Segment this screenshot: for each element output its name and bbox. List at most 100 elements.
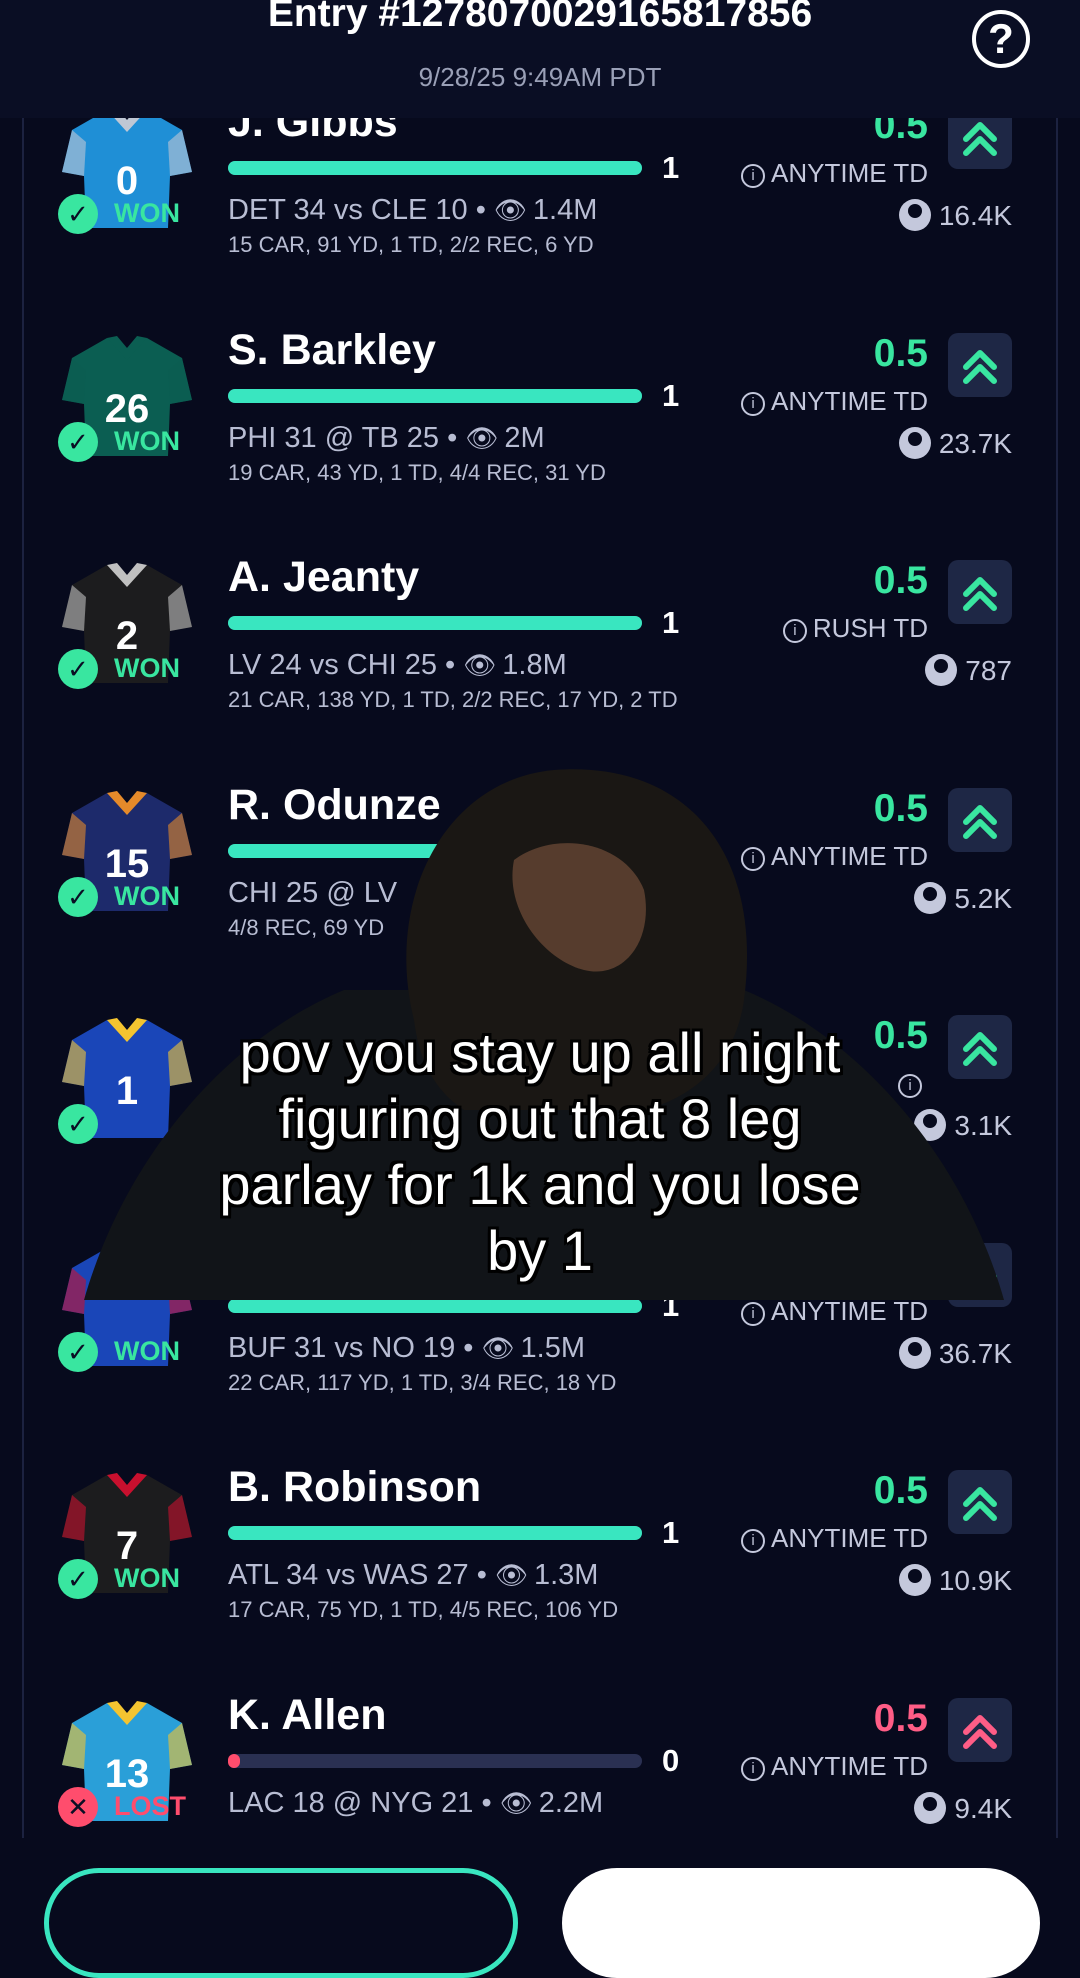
progress-bar-fill [228,388,642,403]
progress-bar-fill [228,616,642,630]
help-circle-icon[interactable]: ? [972,10,1030,68]
status-label: WON [114,1563,180,1593]
check-circle-icon: ✓ [58,1559,98,1599]
actual-value: 1 [662,377,680,413]
pick-row[interactable]: 7 ✓ WON B. Robinson 1 0.5 i ANYTIME TD ATL 34 vs… [0,1463,1080,1696]
user-icon [898,426,931,459]
line-value: 0.5 [873,1696,928,1740]
actual-value: 1 [662,150,680,185]
double-chevron-up-icon [963,1714,997,1749]
market-text: ANYTIME TD [771,158,928,188]
users-text: 36.7K [938,1337,1012,1369]
double-chevron-up-icon [963,1487,997,1521]
game-score: PHI 31 @ TB 25 • 👁 2M [228,422,545,455]
eye-icon: 👁 [481,1332,515,1363]
game-score: LV 24 vs CHI 25 • 👁 1.8M [228,649,567,682]
views-count: 2M [504,421,545,454]
user-icon [914,1791,947,1824]
x-circle-icon: ✕ [58,1786,98,1827]
double-chevron-up-icon [963,577,997,611]
jersey-number: 13 [105,1752,150,1796]
entry-date: 9/28/25 9:49AM PDT [418,62,662,92]
entry-title: Entry #1278070029165817856 [267,0,813,35]
views-count: 1.4M [532,194,598,226]
game-text: LAC 18 @ NYG 21 • [228,1786,500,1819]
market-label: i ANYTIME TD [741,158,928,189]
status-label: LOST [114,1790,186,1821]
users-text: 10.9K [938,1565,1012,1596]
player-name: S. Barkley [228,325,436,374]
player-name: A. Jeanty [228,553,420,601]
market-text: ANYTIME TD [771,1523,928,1553]
status-label: WON [114,1335,180,1366]
info-icon[interactable]: i [741,1756,766,1781]
caption-line-2: figuring out that 8 leg [278,1087,802,1150]
users-count: 10.9K [898,1564,1012,1597]
progress-bar [228,1753,642,1768]
actual-value: 0 [662,1742,680,1778]
pick-row[interactable]: 26 ✓ WON S. Barkley 1 0.5 i ANYTIME TD PHI 31 @ … [0,326,1080,559]
game-text: DET 34 vs CLE 10 • [228,194,494,226]
user-icon [898,1564,931,1596]
more-higher-button[interactable] [948,118,1012,169]
pick-row[interactable]: 13 ✕ LOST K. Allen 0 0.5 i ANYTIME TD LAC 18 @ N… [0,1691,1080,1839]
game-text: BUF 31 vs NO 19 • [228,1331,482,1364]
player-stats: 22 CAR, 117 YD, 1 TD, 3/4 REC, 18 YD [228,1369,617,1395]
pick-row[interactable]: 0 ✓ WON J. Gibbs 1 0.5 i ANYTIME TD DET 34 vs CL… [0,118,1080,331]
progress-bar [228,1526,642,1540]
users-count: 36.7K [898,1336,1012,1370]
market-label: i ANYTIME TD [741,386,928,417]
progress-bar-fill [228,1526,642,1540]
info-icon[interactable]: i [782,619,807,643]
views-count: 1.5M [520,1331,586,1364]
game-text: ATL 34 vs WAS 27 • [228,1559,495,1591]
users-count: 23.7K [898,426,1012,460]
eye-icon: 👁 [494,1560,528,1590]
game-score: BUF 31 vs NO 19 • 👁 1.5M [228,1332,585,1365]
views-count: 1.8M [502,649,567,681]
market-label: i RUSH TD [782,613,928,644]
market-text: ANYTIME TD [771,385,928,416]
more-higher-button[interactable] [948,1470,1012,1534]
caption-line-4: by 1 [487,1219,593,1282]
more-higher-button[interactable] [948,1697,1012,1762]
more-higher-button[interactable] [948,332,1012,397]
market-label: i ANYTIME TD [741,1523,928,1554]
game-score: DET 34 vs CLE 10 • 👁 1.4M [228,194,597,227]
jersey-number: 2 [116,614,138,658]
caption-line-1: pov you stay up all night [239,1021,841,1084]
user-icon [898,199,931,231]
users-count: 16.4K [898,199,1012,232]
users-count: 787 [925,654,1012,687]
info-icon[interactable]: i [741,1529,766,1553]
double-chevron-up-icon [963,122,997,156]
info-icon[interactable]: i [741,164,766,188]
market-label: i ANYTIME TD [741,1751,928,1782]
footer-left-button[interactable] [44,1868,518,1978]
check-circle-icon: ✓ [58,194,98,234]
check-circle-icon: ✓ [58,421,98,462]
actual-value: 1 [662,605,680,640]
line-value: 0.5 [873,1469,928,1512]
player-stats: 19 CAR, 43 YD, 1 TD, 4/4 REC, 31 YD [228,459,606,485]
views-count: 2.2M [538,1786,604,1819]
game-score: LAC 18 @ NYG 21 • 👁 2.2M [228,1787,603,1820]
player-stats: 15 CAR, 91 YD, 1 TD, 2/2 REC, 6 YD [228,232,594,257]
line-value: 0.5 [873,331,928,375]
jersey-number: 7 [116,1524,138,1568]
player-name: J. Gibbs [228,118,398,146]
progress-bar-fill [228,161,642,175]
video-caption: pov you stay up all night figuring out t… [0,1020,1080,1284]
more-higher-button[interactable] [948,560,1012,624]
player-name: B. Robinson [228,1463,482,1511]
progress-bar [228,616,642,630]
line-value: 0.5 [873,118,928,147]
market-text: RUSH TD [812,613,928,643]
progress-bar [228,161,642,175]
game-text: PHI 31 @ TB 25 • [228,421,466,454]
line-value: 0.5 [873,559,928,602]
footer-right-button[interactable] [562,1868,1040,1978]
game-score: ATL 34 vs WAS 27 • 👁 1.3M [228,1559,598,1592]
info-icon[interactable]: i [741,391,766,416]
users-text: 16.4K [938,200,1012,231]
